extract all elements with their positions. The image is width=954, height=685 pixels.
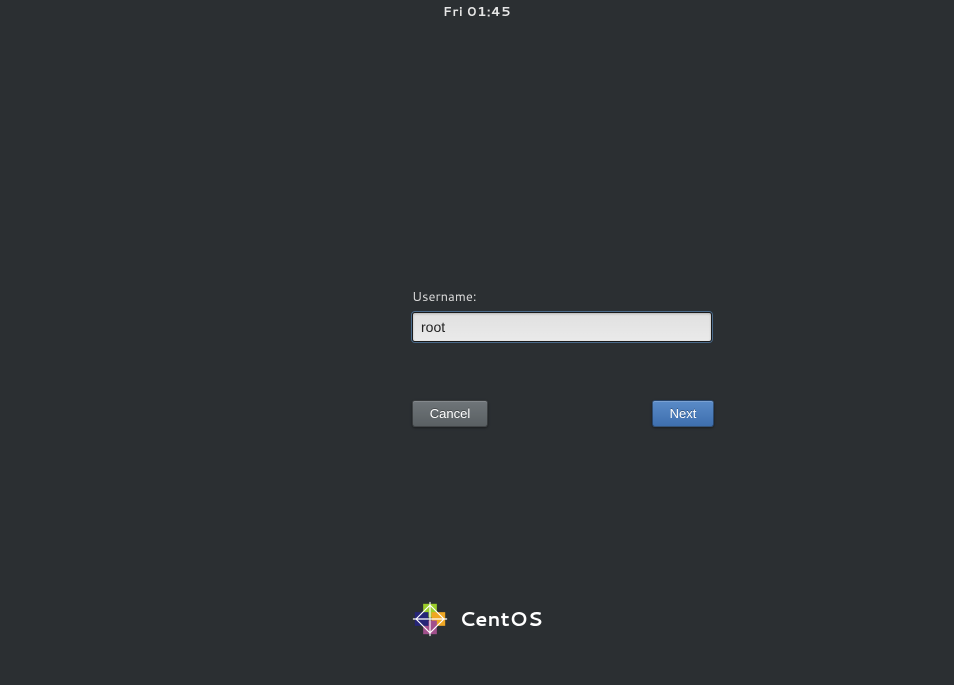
top-bar: Fri 01:45 — [0, 0, 954, 24]
cancel-button[interactable]: Cancel — [412, 400, 488, 427]
branding: CentOS — [0, 600, 954, 638]
centos-logo-icon — [411, 600, 449, 638]
button-row: Cancel Next — [412, 400, 714, 427]
brand-name: CentOS — [459, 605, 542, 633]
username-label: Username: — [412, 288, 714, 306]
username-input[interactable] — [412, 312, 712, 342]
clock: Fri 01:45 — [443, 3, 511, 21]
login-form: Username: — [412, 288, 714, 342]
next-button[interactable]: Next — [652, 400, 714, 427]
